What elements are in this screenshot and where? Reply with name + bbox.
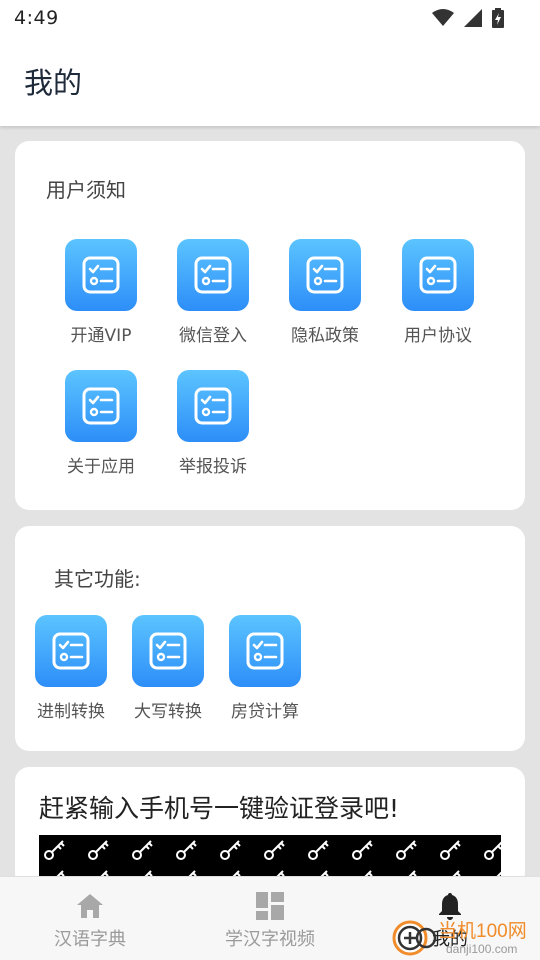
status-bar: 4:49 [0, 0, 540, 36]
checklist-icon [289, 239, 361, 311]
base-conversion-label: 进制转换 [37, 702, 105, 722]
open-vip-button[interactable]: 开通VIP [51, 239, 151, 346]
wifi-icon [432, 9, 454, 26]
nav-label-video: 学汉字视频 [225, 929, 315, 950]
watermark-emblem-icon [392, 920, 437, 956]
promo-title: 赶紧输入手机号一键验证登录吧! [39, 794, 400, 823]
report-complaint-button[interactable]: 举报投诉 [163, 370, 263, 477]
checklist-icon [65, 239, 137, 311]
app-header: 我的 [0, 36, 540, 126]
checklist-icon [402, 239, 474, 311]
checklist-icon [177, 239, 249, 311]
signal-icon [464, 9, 482, 27]
dashboard-icon [256, 892, 284, 920]
other-functions-card: 其它功能: 进制转换 大写转换 房贷计算 [15, 526, 525, 751]
status-time: 4:49 [14, 7, 59, 29]
user-notice-title: 用户须知 [46, 178, 126, 202]
phone-login-promo-card[interactable]: 赶紧输入手机号一键验证登录吧! [15, 767, 525, 887]
checklist-icon [35, 615, 107, 687]
about-app-button[interactable]: 关于应用 [51, 370, 151, 477]
wechat-login-label: 微信登入 [179, 326, 247, 346]
base-conversion-button[interactable]: 进制转换 [21, 615, 121, 722]
user-agreement-label: 用户协议 [404, 326, 472, 346]
checklist-icon [177, 370, 249, 442]
other-functions-title: 其它功能: [54, 567, 141, 591]
user-notice-card: 用户须知 开通VIP 微信登入 隐私政策 用户协议 关于应用 举报投诉 [15, 141, 525, 510]
watermark-text: 当机100网 [438, 921, 527, 942]
privacy-policy-button[interactable]: 隐私政策 [275, 239, 375, 346]
nav-learn-characters-video[interactable]: 学汉字视频 [180, 877, 360, 960]
nav-chinese-dictionary[interactable]: 汉语字典 [0, 877, 180, 960]
checklist-icon [229, 615, 301, 687]
user-agreement-button[interactable]: 用户协议 [388, 239, 488, 346]
mortgage-calculator-label: 房贷计算 [231, 702, 299, 722]
open-vip-label: 开通VIP [70, 326, 132, 346]
home-icon [77, 894, 103, 918]
status-icons [432, 8, 504, 28]
watermark-url: danji100.com [446, 942, 518, 956]
battery-charging-icon [492, 8, 504, 28]
mortgage-calculator-button[interactable]: 房贷计算 [215, 615, 315, 722]
nav-label-dictionary: 汉语字典 [54, 929, 126, 950]
uppercase-conversion-label: 大写转换 [134, 702, 202, 722]
checklist-icon [132, 615, 204, 687]
checklist-icon [65, 370, 137, 442]
report-complaint-label: 举报投诉 [179, 457, 247, 477]
watermark-logo: 当机100网 danji100.com [390, 912, 540, 960]
uppercase-conversion-button[interactable]: 大写转换 [118, 615, 218, 722]
wechat-login-button[interactable]: 微信登入 [163, 239, 263, 346]
about-app-label: 关于应用 [67, 457, 135, 477]
page-title: 我的 [24, 66, 83, 100]
privacy-policy-label: 隐私政策 [291, 326, 359, 346]
